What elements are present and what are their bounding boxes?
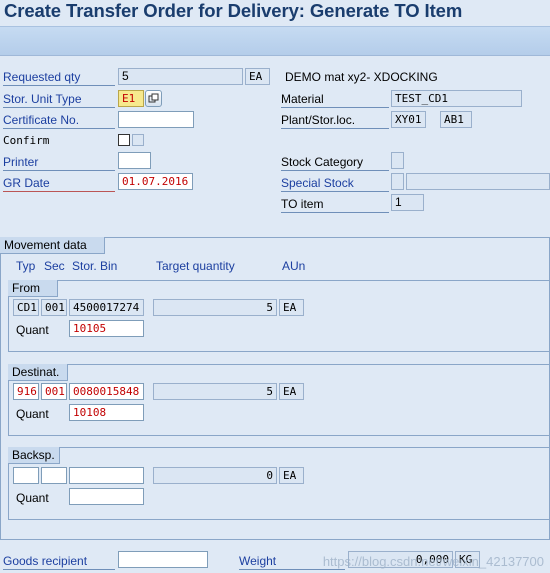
confirm-checkbox[interactable] (118, 134, 130, 146)
from-quant-label: Quant (16, 323, 49, 337)
from-qty-field: 5 (153, 299, 277, 316)
plant-field: XY01 (391, 111, 426, 128)
value-help-icon (148, 93, 159, 103)
confirm-label: Confirm (3, 134, 50, 147)
certificate-label: Certificate No. (3, 112, 115, 129)
from-group (8, 280, 550, 352)
goods-recipient-input[interactable] (118, 551, 208, 568)
printer-input[interactable] (118, 152, 151, 169)
plant-storloc-label: Plant/Stor.loc. (281, 112, 389, 129)
special-stock-description (406, 173, 550, 190)
backsp-bin-input[interactable] (69, 467, 144, 484)
col-aun: AUn (282, 259, 306, 273)
backsp-typ-input[interactable] (13, 467, 39, 484)
stock-category-field (391, 152, 404, 169)
from-sec-field: 001 (41, 299, 67, 316)
gr-date-input[interactable]: 01.07.2016 (118, 173, 193, 190)
gr-date-label: GR Date (3, 175, 115, 192)
to-item-field: 1 (391, 194, 424, 211)
material-label: Material (281, 91, 389, 108)
dest-typ-input[interactable]: 916 (13, 383, 39, 400)
col-stor-bin: Stor. Bin (72, 259, 118, 273)
requested-qty-field: 5 (118, 68, 243, 85)
destination-group (8, 364, 550, 436)
dest-unit-field: EA (279, 383, 304, 400)
page-title: Create Transfer Order for Delivery: Gene… (4, 0, 463, 21)
dest-quant-label: Quant (16, 407, 49, 421)
movement-data-title: Movement data (0, 237, 105, 254)
backsp-unit-field: EA (279, 467, 304, 484)
backsp-title: Backsp. (8, 447, 60, 464)
dest-sec-input[interactable]: 001 (41, 383, 67, 400)
certificate-input[interactable] (118, 111, 194, 128)
requested-qty-label: Requested qty (3, 69, 115, 86)
from-bin-field: 4500017274 (69, 299, 144, 316)
backsp-qty-field: 0 (153, 467, 277, 484)
goods-recipient-label: Goods recipient (3, 553, 115, 570)
printer-label: Printer (3, 154, 115, 171)
col-typ: Typ (16, 259, 36, 273)
backsp-quant-input[interactable] (69, 488, 144, 505)
backsp-quant-label: Quant (16, 491, 49, 505)
col-target-quantity: Target quantity (156, 259, 235, 273)
special-stock-label: Special Stock (281, 175, 389, 192)
material-description: DEMO mat xy2- XDOCKING (285, 70, 438, 84)
material-field: TEST_CD1 (391, 90, 522, 107)
requested-qty-unit: EA (245, 68, 270, 85)
dest-quant-input[interactable]: 10108 (69, 404, 144, 421)
stor-unit-type-label: Stor. Unit Type (3, 91, 115, 108)
to-item-label: TO item (281, 196, 389, 213)
dest-qty-field: 5 (153, 383, 277, 400)
value-help-button[interactable] (145, 90, 162, 107)
destination-title: Destinat. (8, 364, 68, 381)
from-typ-field: CD1 (13, 299, 39, 316)
stock-category-label: Stock Category (281, 154, 389, 171)
from-title: From (8, 280, 58, 297)
from-unit-field: EA (279, 299, 304, 316)
storloc-field: AB1 (440, 111, 472, 128)
application-toolbar (0, 26, 550, 56)
backsp-sec-input[interactable] (41, 467, 67, 484)
col-sec: Sec (44, 259, 65, 273)
from-quant-input[interactable]: 10105 (69, 320, 144, 337)
special-stock-field (391, 173, 404, 190)
watermark: https://blog.csdn.net/weixin_42137700 (322, 554, 544, 569)
confirm-checkbox-disabled (132, 134, 144, 146)
stor-unit-type-input[interactable]: E1 (118, 90, 144, 107)
dest-bin-input[interactable]: 0080015848 (69, 383, 144, 400)
